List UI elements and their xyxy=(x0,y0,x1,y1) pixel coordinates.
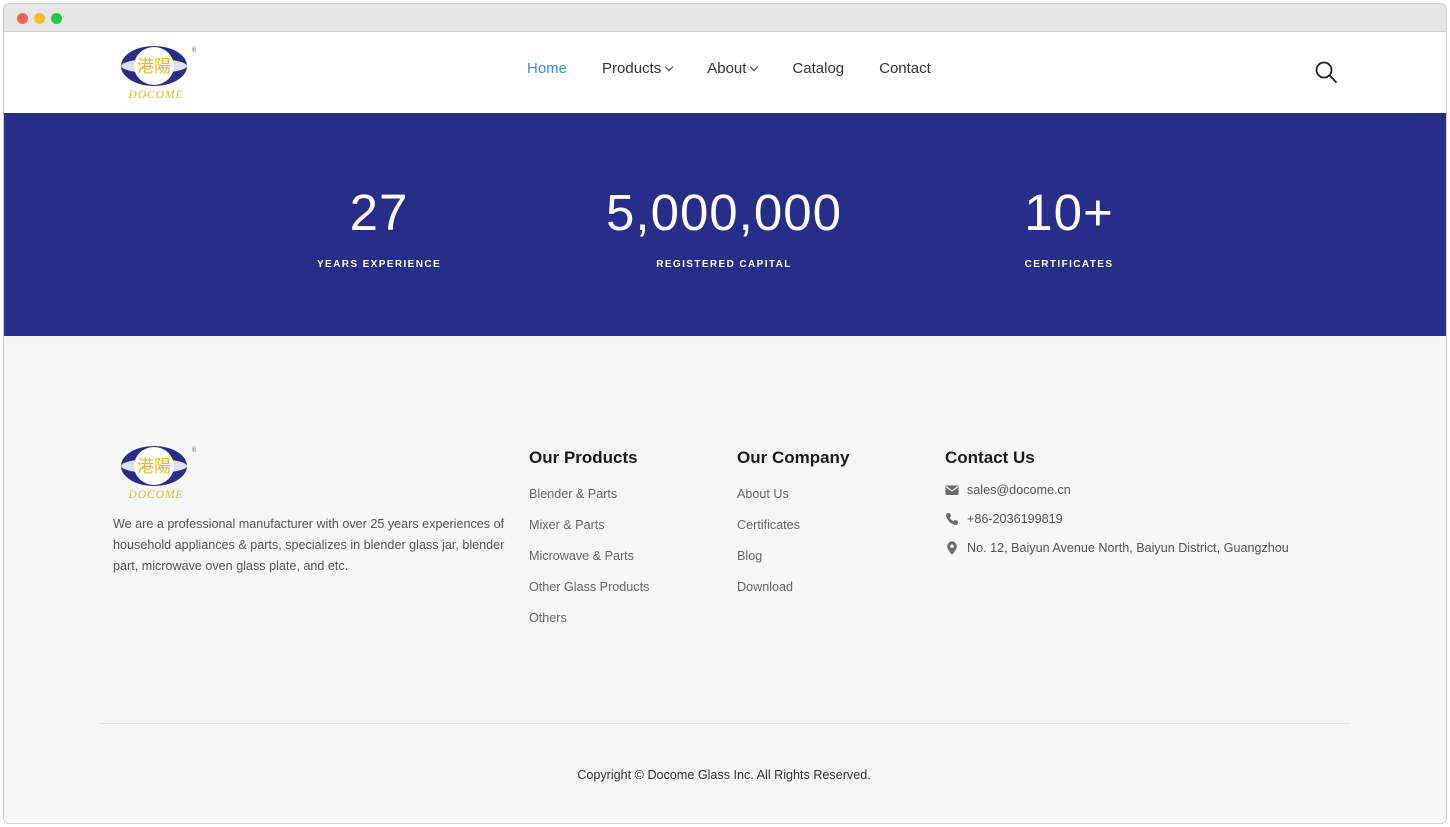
stat-label: CERTIFICATES xyxy=(1024,259,1114,270)
contact-phone[interactable]: +86-2036199819 xyxy=(945,512,1289,526)
stat-registered-capital: 5,000,000 REGISTERED CAPITAL xyxy=(584,184,864,271)
footer-link-microwave[interactable]: Microwave & Parts xyxy=(529,549,649,563)
minimize-window-button[interactable] xyxy=(34,13,45,24)
footer-description: We are a professional manufacturer with … xyxy=(113,517,505,573)
main-nav: Home Products About Catalog Contact xyxy=(527,60,966,77)
contact-email[interactable]: sales@docome.cn xyxy=(945,483,1289,497)
stat-value: 10+ xyxy=(1024,184,1114,241)
nav-home[interactable]: Home xyxy=(527,60,567,77)
svg-text:DOCOME: DOCOME xyxy=(127,89,183,101)
window-titlebar xyxy=(4,4,1446,32)
footer-link-blog[interactable]: Blog xyxy=(737,549,849,563)
contact-email-text: sales@docome.cn xyxy=(967,483,1071,497)
stat-certificates: 10+ CERTIFICATES xyxy=(974,184,1164,271)
maximize-window-button[interactable] xyxy=(51,13,62,24)
stat-years-experience: 27 YEARS EXPERIENCE xyxy=(284,184,474,271)
contact-phone-text: +86-2036199819 xyxy=(967,512,1063,526)
svg-text:DOCOME: DOCOME xyxy=(127,489,183,501)
footer-link-blender[interactable]: Blender & Parts xyxy=(529,487,649,501)
nav-catalog[interactable]: Catalog xyxy=(792,60,844,77)
svg-text:®: ® xyxy=(191,446,196,454)
footer-contact-title: Contact Us xyxy=(945,448,1035,467)
stat-label: REGISTERED CAPITAL xyxy=(656,259,792,270)
nav-about[interactable]: About xyxy=(707,60,759,77)
site-header: 港陽 ® DOCOME Home Products About Catalog … xyxy=(4,32,1446,113)
stat-value: 27 xyxy=(349,184,409,241)
stat-value: 5,000,000 xyxy=(606,184,842,241)
browser-window: 港陽 ® DOCOME Home Products About Catalog … xyxy=(3,3,1447,824)
docome-logo[interactable]: 港陽 ® DOCOME xyxy=(116,44,196,102)
footer-company-title: Our Company xyxy=(737,448,850,467)
stat-label: YEARS EXPERIENCE xyxy=(316,259,442,270)
footer-link-other-glass[interactable]: Other Glass Products xyxy=(529,580,649,594)
envelope-icon xyxy=(945,485,959,495)
map-pin-icon xyxy=(947,541,957,555)
footer-products-title: Our Products xyxy=(529,448,638,467)
footer-products-column: Our Products Blender & Parts Mixer & Par… xyxy=(529,448,649,642)
footer-divider xyxy=(100,723,1350,724)
search-icon[interactable] xyxy=(1314,60,1338,84)
footer-contact-column: Contact Us sales@docome.cn +86-203619981… xyxy=(945,448,1289,570)
footer-link-about-us[interactable]: About Us xyxy=(737,487,849,501)
svg-text:港陽: 港陽 xyxy=(137,457,171,477)
footer-link-certificates[interactable]: Certificates xyxy=(737,518,849,532)
svg-text:港陽: 港陽 xyxy=(137,57,171,77)
nav-contact[interactable]: Contact xyxy=(879,60,931,77)
copyright-text: Copyright © Docome Glass Inc. All Rights… xyxy=(577,768,871,782)
contact-address-text: No. 12, Baiyun Avenue North, Baiyun Dist… xyxy=(967,541,1289,555)
phone-icon xyxy=(946,513,958,525)
footer-docome-logo[interactable]: 港陽 ® DOCOME xyxy=(116,444,196,502)
site-footer: 港陽 ® DOCOME We are a professional manufa… xyxy=(4,336,1446,823)
footer-link-download[interactable]: Download xyxy=(737,580,849,594)
chevron-down-icon xyxy=(750,62,759,71)
close-window-button[interactable] xyxy=(17,13,28,24)
chevron-down-icon xyxy=(664,62,674,71)
footer-link-others[interactable]: Others xyxy=(529,611,649,625)
footer-link-mixer[interactable]: Mixer & Parts xyxy=(529,518,649,532)
svg-text:®: ® xyxy=(191,46,196,54)
footer-company-column: Our Company About Us Certificates Blog D… xyxy=(737,448,849,611)
nav-products[interactable]: Products xyxy=(602,60,674,77)
stats-banner: 27 YEARS EXPERIENCE 5,000,000 REGISTERED… xyxy=(4,113,1446,336)
contact-address: No. 12, Baiyun Avenue North, Baiyun Dist… xyxy=(945,541,1289,555)
